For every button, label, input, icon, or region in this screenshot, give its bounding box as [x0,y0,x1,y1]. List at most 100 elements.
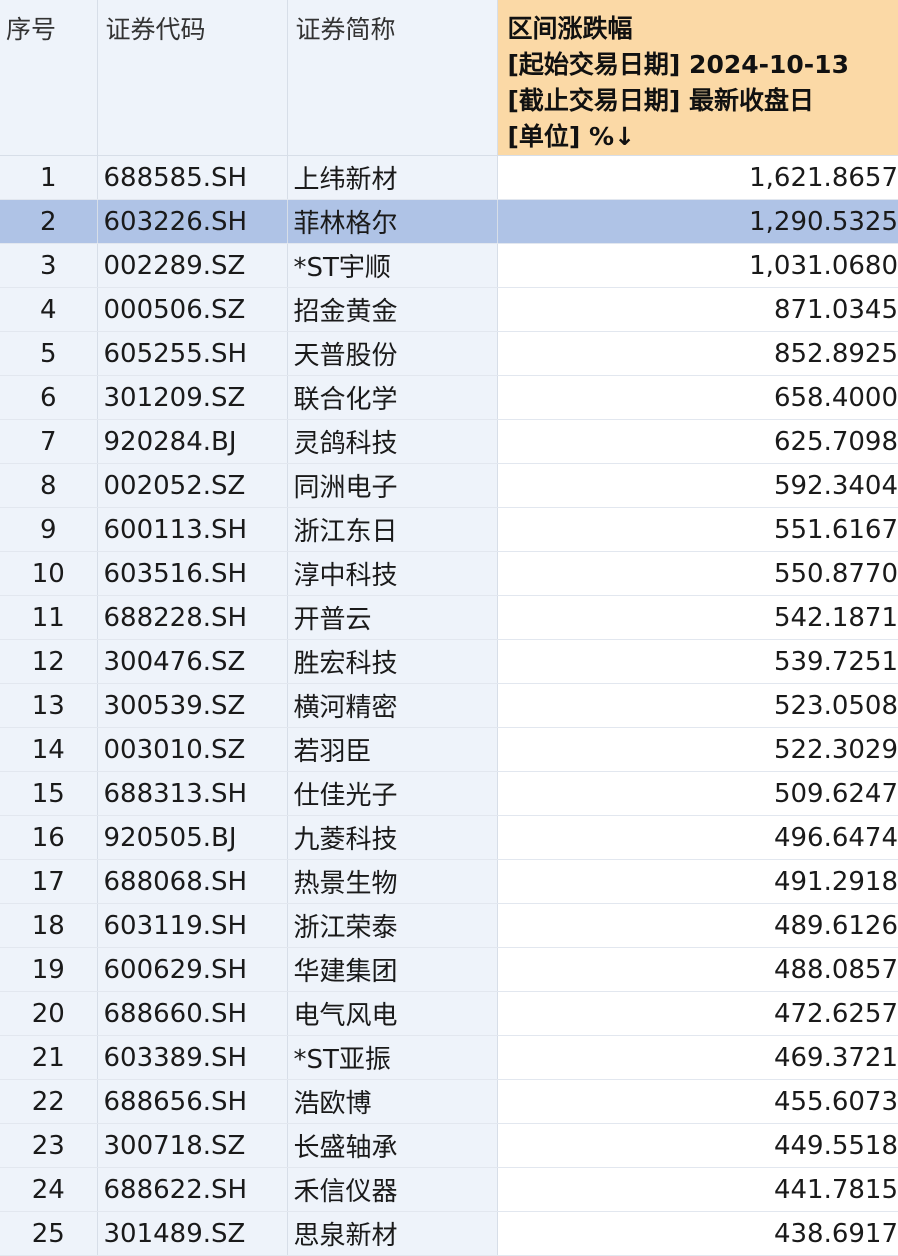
interval-change-cell[interactable]: 472.6257 [497,992,898,1036]
row-index-cell[interactable]: 8 [0,464,97,508]
security-code-cell[interactable]: 300539.SZ [97,684,287,728]
table-row[interactable]: 20688660.SH电气风电472.6257 [0,992,898,1036]
security-code-cell[interactable]: 688228.SH [97,596,287,640]
interval-change-cell[interactable]: 438.6917 [497,1212,898,1256]
security-code-cell[interactable]: 002052.SZ [97,464,287,508]
security-code-cell[interactable]: 000506.SZ [97,288,287,332]
security-name-cell[interactable]: 天普股份 [287,332,497,376]
security-name-cell[interactable]: 菲林格尔 [287,200,497,244]
security-code-cell[interactable]: 300476.SZ [97,640,287,684]
table-row[interactable]: 6301209.SZ联合化学658.4000 [0,376,898,420]
row-index-cell[interactable]: 22 [0,1080,97,1124]
table-row[interactable]: 22688656.SH浩欧博455.6073 [0,1080,898,1124]
interval-change-cell[interactable]: 542.1871 [497,596,898,640]
column-header-interval-change-sorted[interactable]: 区间涨跌幅 [起始交易日期] 2024-10-13 [截止交易日期] 最新收盘日… [497,0,898,156]
row-index-cell[interactable]: 19 [0,948,97,992]
interval-change-cell[interactable]: 489.6126 [497,904,898,948]
row-index-cell[interactable]: 20 [0,992,97,1036]
security-name-cell[interactable]: *ST亚振 [287,1036,497,1080]
row-index-cell[interactable]: 2 [0,200,97,244]
interval-change-cell[interactable]: 551.6167 [497,508,898,552]
row-index-cell[interactable]: 9 [0,508,97,552]
table-row[interactable]: 2603226.SH菲林格尔1,290.5325 [0,200,898,244]
table-row[interactable]: 23300718.SZ长盛轴承449.5518 [0,1124,898,1168]
row-index-cell[interactable]: 18 [0,904,97,948]
security-code-cell[interactable]: 301489.SZ [97,1212,287,1256]
interval-change-cell[interactable]: 522.3029 [497,728,898,772]
interval-change-cell[interactable]: 871.0345 [497,288,898,332]
table-row[interactable]: 11688228.SH开普云542.1871 [0,596,898,640]
row-index-cell[interactable]: 23 [0,1124,97,1168]
security-name-cell[interactable]: *ST宇顺 [287,244,497,288]
row-index-cell[interactable]: 1 [0,156,97,200]
security-name-cell[interactable]: 横河精密 [287,684,497,728]
interval-change-cell[interactable]: 625.7098 [497,420,898,464]
interval-change-cell[interactable]: 509.6247 [497,772,898,816]
table-row[interactable]: 21603389.SH*ST亚振469.3721 [0,1036,898,1080]
security-name-cell[interactable]: 联合化学 [287,376,497,420]
interval-change-cell[interactable]: 449.5518 [497,1124,898,1168]
security-name-cell[interactable]: 招金黄金 [287,288,497,332]
security-code-cell[interactable]: 688068.SH [97,860,287,904]
table-row[interactable]: 17688068.SH热景生物491.2918 [0,860,898,904]
row-index-cell[interactable]: 11 [0,596,97,640]
row-index-cell[interactable]: 25 [0,1212,97,1256]
security-code-cell[interactable]: 688660.SH [97,992,287,1036]
row-index-cell[interactable]: 5 [0,332,97,376]
security-name-cell[interactable]: 同洲电子 [287,464,497,508]
table-row[interactable]: 1688585.SH上纬新材1,621.8657 [0,156,898,200]
row-index-cell[interactable]: 10 [0,552,97,596]
security-code-cell[interactable]: 920505.BJ [97,816,287,860]
security-name-cell[interactable]: 胜宏科技 [287,640,497,684]
row-index-cell[interactable]: 14 [0,728,97,772]
interval-change-cell[interactable]: 488.0857 [497,948,898,992]
security-code-cell[interactable]: 603389.SH [97,1036,287,1080]
security-code-cell[interactable]: 920284.BJ [97,420,287,464]
security-code-cell[interactable]: 688313.SH [97,772,287,816]
table-row[interactable]: 19600629.SH华建集团488.0857 [0,948,898,992]
row-index-cell[interactable]: 24 [0,1168,97,1212]
row-index-cell[interactable]: 12 [0,640,97,684]
security-name-cell[interactable]: 长盛轴承 [287,1124,497,1168]
security-name-cell[interactable]: 浩欧博 [287,1080,497,1124]
security-code-cell[interactable]: 605255.SH [97,332,287,376]
column-header-name[interactable]: 证券简称 [287,0,497,156]
table-row[interactable]: 15688313.SH仕佳光子509.6247 [0,772,898,816]
security-name-cell[interactable]: 热景生物 [287,860,497,904]
column-header-index[interactable]: 序号 [0,0,97,156]
table-row[interactable]: 3002289.SZ*ST宇顺1,031.0680 [0,244,898,288]
row-index-cell[interactable]: 21 [0,1036,97,1080]
row-index-cell[interactable]: 7 [0,420,97,464]
interval-change-cell[interactable]: 496.6474 [497,816,898,860]
row-index-cell[interactable]: 6 [0,376,97,420]
security-code-cell[interactable]: 603516.SH [97,552,287,596]
interval-change-cell[interactable]: 1,621.8657 [497,156,898,200]
table-row[interactable]: 13300539.SZ横河精密523.0508 [0,684,898,728]
interval-change-cell[interactable]: 441.7815 [497,1168,898,1212]
table-row[interactable]: 8002052.SZ同洲电子592.3404 [0,464,898,508]
security-code-cell[interactable]: 003010.SZ [97,728,287,772]
security-name-cell[interactable]: 九菱科技 [287,816,497,860]
security-name-cell[interactable]: 浙江东日 [287,508,497,552]
interval-change-cell[interactable]: 539.7251 [497,640,898,684]
security-code-cell[interactable]: 600113.SH [97,508,287,552]
security-name-cell[interactable]: 华建集团 [287,948,497,992]
interval-change-cell[interactable]: 592.3404 [497,464,898,508]
security-code-cell[interactable]: 002289.SZ [97,244,287,288]
security-code-cell[interactable]: 688656.SH [97,1080,287,1124]
security-name-cell[interactable]: 上纬新材 [287,156,497,200]
table-row[interactable]: 14003010.SZ若羽臣522.3029 [0,728,898,772]
security-name-cell[interactable]: 灵鸽科技 [287,420,497,464]
interval-change-cell[interactable]: 852.8925 [497,332,898,376]
table-row[interactable]: 16920505.BJ九菱科技496.6474 [0,816,898,860]
security-code-cell[interactable]: 603119.SH [97,904,287,948]
table-row[interactable]: 10603516.SH淳中科技550.8770 [0,552,898,596]
security-name-cell[interactable]: 开普云 [287,596,497,640]
security-code-cell[interactable]: 300718.SZ [97,1124,287,1168]
table-row[interactable]: 24688622.SH禾信仪器441.7815 [0,1168,898,1212]
column-header-code[interactable]: 证券代码 [97,0,287,156]
security-name-cell[interactable]: 淳中科技 [287,552,497,596]
security-name-cell[interactable]: 电气风电 [287,992,497,1036]
security-name-cell[interactable]: 思泉新材 [287,1212,497,1256]
table-row[interactable]: 18603119.SH浙江荣泰489.6126 [0,904,898,948]
